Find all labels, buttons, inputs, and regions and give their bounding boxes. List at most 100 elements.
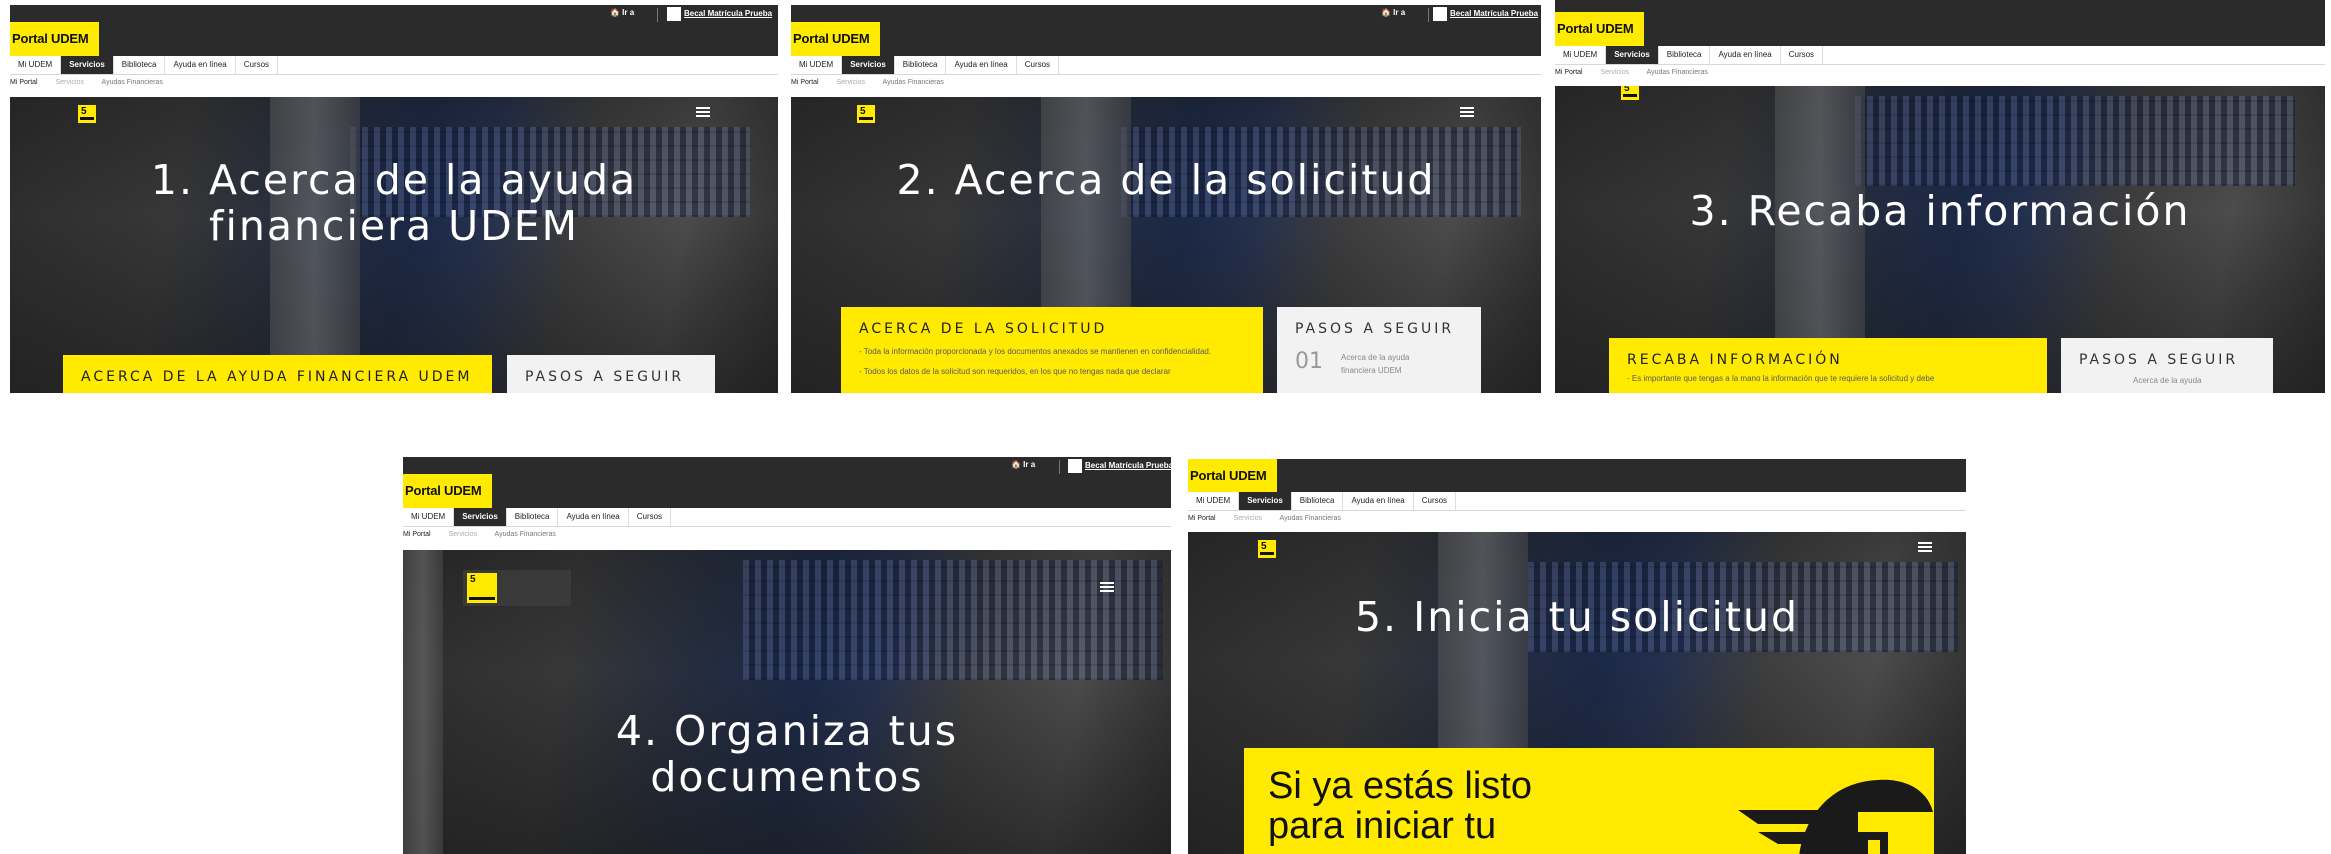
nav-ayuda-en-linea[interactable]: Ayuda en línea xyxy=(558,508,629,526)
go-to-link[interactable]: 🏠 Ir a xyxy=(610,8,634,17)
screenshot-panel-1: 🏠 Ir a Becal Matrícula Prueba Portal UDE… xyxy=(10,5,778,393)
user-avatar-icon xyxy=(667,7,681,21)
brand-row: Portal UDEM xyxy=(403,474,1171,508)
start-application-banner[interactable]: Si ya estás listo para iniciar tu xyxy=(1244,748,1934,854)
nav-biblioteca[interactable]: Biblioteca xyxy=(1659,46,1711,64)
nav-servicios[interactable]: Servicios xyxy=(454,508,507,526)
topbar-divider xyxy=(657,8,658,22)
nav-mi-udem[interactable]: Mi UDEM xyxy=(791,56,843,74)
breadcrumb-mi-portal[interactable]: Mi Portal xyxy=(403,531,431,538)
brand-row: Portal UDEM xyxy=(791,22,1541,56)
hero-title: 2. Acerca de la solicitud xyxy=(791,157,1541,203)
breadcrumb-ayudas-financieras: Ayudas Financieras xyxy=(882,79,944,86)
nav-cursos[interactable]: Cursos xyxy=(1414,492,1457,510)
nav-cursos[interactable]: Cursos xyxy=(236,56,279,74)
udem-logo[interactable] xyxy=(857,105,899,123)
start-application-banner-text: Si ya estás listo para iniciar tu xyxy=(1268,766,1532,846)
nav-servicios[interactable]: Servicios xyxy=(1239,492,1292,510)
nav-mi-udem[interactable]: Mi UDEM xyxy=(1188,492,1240,510)
screenshot-panel-2: 🏠 Ir a Becal Matrícula Prueba Portal UDE… xyxy=(791,5,1541,393)
udem-logo-icon xyxy=(1621,86,1639,100)
brand-row: Portal UDEM xyxy=(1188,459,1966,493)
nav-biblioteca[interactable]: Biblioteca xyxy=(507,508,559,526)
udem-logo-icon xyxy=(1258,540,1276,558)
nav-servicios[interactable]: Servicios xyxy=(842,56,895,74)
hamburger-menu-icon[interactable] xyxy=(1100,582,1114,593)
topbar-divider xyxy=(1428,8,1429,22)
breadcrumb-mi-portal[interactable]: Mi Portal xyxy=(791,79,819,86)
breadcrumb-servicios[interactable]: Servicios xyxy=(837,79,865,86)
hero-title: 5. Inicia tu solicitud xyxy=(1188,594,1966,640)
breadcrumb-servicios[interactable]: Servicios xyxy=(56,79,84,86)
hero-title-line-1: 4. Organiza tus xyxy=(615,707,959,755)
nav-cursos[interactable]: Cursos xyxy=(1017,56,1060,74)
hamburger-menu-icon[interactable] xyxy=(696,107,710,118)
user-link[interactable]: Becal Matrícula Prueba xyxy=(1433,7,1538,21)
building-pillar-decoration xyxy=(403,550,443,854)
gather-information-card-title: RECABA INFORMACIÓN xyxy=(1627,352,1843,368)
portal-udem-tab[interactable]: Portal UDEM xyxy=(791,22,880,56)
nav-biblioteca[interactable]: Biblioteca xyxy=(895,56,947,74)
breadcrumb-mi-portal[interactable]: Mi Portal xyxy=(1555,69,1583,76)
nav-ayuda-en-linea[interactable]: Ayuda en línea xyxy=(1343,492,1414,510)
user-link[interactable]: Becal Matrícula Prueba xyxy=(667,7,772,21)
brand-row: Portal UDEM xyxy=(10,22,778,56)
step-item[interactable]: 01 Acerca de la ayuda financiera UDEM xyxy=(1295,351,1463,377)
breadcrumb-ayudas-financieras: Ayudas Financieras xyxy=(101,79,163,86)
hero-section: 1. Acerca de la ayuda financiera UDEM AC… xyxy=(10,97,778,393)
udem-logo-icon xyxy=(467,573,497,603)
portal-udem-tab[interactable]: Portal UDEM xyxy=(403,474,492,508)
portal-udem-tab[interactable]: Portal UDEM xyxy=(1555,12,1644,46)
hero-title: 3. Recaba información xyxy=(1555,188,2325,234)
about-application-card-title: ACERCA DE LA SOLICITUD xyxy=(859,321,1108,337)
nav-cursos[interactable]: Cursos xyxy=(629,508,672,526)
breadcrumb-ayudas-financieras: Ayudas Financieras xyxy=(1646,69,1708,76)
main-nav: Mi UDEM Servicios Biblioteca Ayuda en lí… xyxy=(403,508,1171,527)
main-nav: Mi UDEM Servicios Biblioteca Ayuda en lí… xyxy=(791,56,1541,75)
udem-logo[interactable] xyxy=(1258,540,1300,558)
hamburger-menu-icon[interactable] xyxy=(1460,107,1474,118)
hamburger-menu-icon[interactable] xyxy=(1918,542,1932,553)
portal-udem-tab[interactable]: Portal UDEM xyxy=(10,22,99,56)
hero-section: 3. Recaba información RECABA INFORMACIÓN… xyxy=(1555,86,2325,393)
nav-biblioteca[interactable]: Biblioteca xyxy=(114,56,166,74)
go-to-link[interactable]: 🏠 Ir a xyxy=(1011,460,1035,469)
go-to-link[interactable]: 🏠 Ir a xyxy=(1381,8,1405,17)
portal-udem-tab[interactable]: Portal UDEM xyxy=(1188,459,1277,493)
breadcrumb-ayudas-financieras: Ayudas Financieras xyxy=(494,531,556,538)
udem-logo[interactable] xyxy=(78,105,120,123)
udem-logo[interactable] xyxy=(1621,86,1663,100)
building-windows-decoration xyxy=(743,560,1163,680)
breadcrumb: Mi Portal Servicios Ayudas Financieras xyxy=(10,76,778,90)
breadcrumb: Mi Portal Servicios Ayudas Financieras xyxy=(1555,66,2325,80)
user-link[interactable]: Becal Matrícula Prueba xyxy=(1068,459,1171,473)
nav-mi-udem[interactable]: Mi UDEM xyxy=(1555,46,1607,64)
nav-ayuda-en-linea[interactable]: Ayuda en línea xyxy=(946,56,1017,74)
hero-title-line-2: documentos xyxy=(650,753,924,801)
breadcrumb-mi-portal[interactable]: Mi Portal xyxy=(1188,515,1216,522)
nav-biblioteca[interactable]: Biblioteca xyxy=(1292,492,1344,510)
nav-mi-udem[interactable]: Mi UDEM xyxy=(10,56,62,74)
breadcrumb-servicios[interactable]: Servicios xyxy=(1601,69,1629,76)
brand-row: Portal UDEM xyxy=(1555,12,2325,46)
nav-ayuda-en-linea[interactable]: Ayuda en línea xyxy=(165,56,236,74)
nav-mi-udem[interactable]: Mi UDEM xyxy=(403,508,455,526)
gather-information-card-text: - Es importante que tengas a la mano la … xyxy=(1627,374,1935,383)
udem-logo[interactable] xyxy=(463,570,571,606)
udem-logo-icon xyxy=(857,105,875,123)
steps-card: PASOS A SEGUIR xyxy=(507,355,715,393)
nav-servicios[interactable]: Servicios xyxy=(61,56,114,74)
nav-ayuda-en-linea[interactable]: Ayuda en línea xyxy=(1710,46,1781,64)
nav-servicios[interactable]: Servicios xyxy=(1606,46,1659,64)
user-name: Becal Matrícula Prueba xyxy=(684,9,773,19)
hero-title: 1. Acerca de la ayuda financiera UDEM xyxy=(10,157,778,249)
nav-cursos[interactable]: Cursos xyxy=(1781,46,1824,64)
topbar-divider xyxy=(1059,460,1060,474)
steps-card: PASOS A SEGUIR Acerca de la ayuda xyxy=(2061,338,2273,393)
breadcrumb-servicios[interactable]: Servicios xyxy=(449,531,477,538)
breadcrumb-mi-portal[interactable]: Mi Portal xyxy=(10,79,38,86)
step-item[interactable]: Acerca de la ayuda xyxy=(2079,374,2255,387)
step-label: Acerca de la ayuda xyxy=(2133,376,2202,385)
breadcrumb-servicios[interactable]: Servicios xyxy=(1234,515,1262,522)
steps-card-title: PASOS A SEGUIR xyxy=(525,369,685,385)
